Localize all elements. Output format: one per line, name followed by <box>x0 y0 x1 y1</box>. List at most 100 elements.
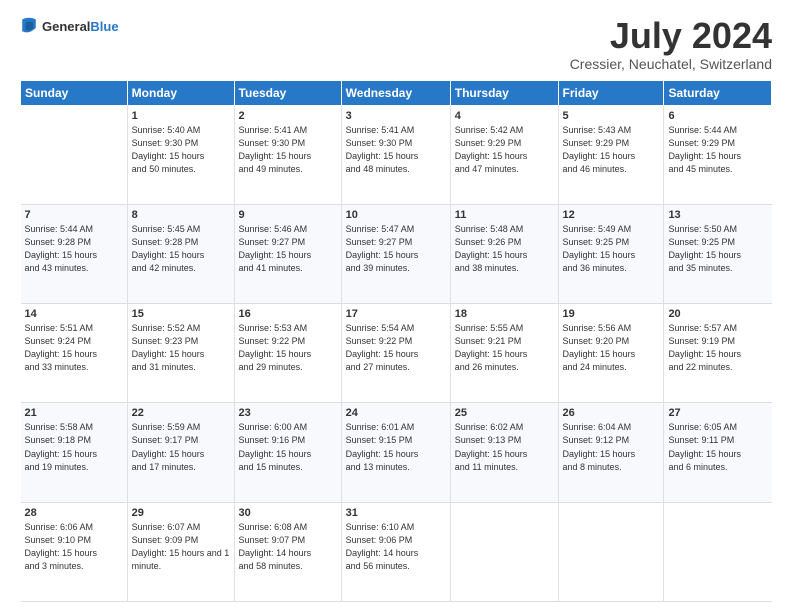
day-info: Sunrise: 6:06 AMSunset: 9:10 PMDaylight:… <box>25 521 123 573</box>
day-info: Sunrise: 5:48 AMSunset: 9:26 PMDaylight:… <box>455 223 554 275</box>
day-number: 20 <box>668 308 767 320</box>
day-cell: 24Sunrise: 6:01 AMSunset: 9:15 PMDayligh… <box>341 403 450 502</box>
calendar-header: SundayMondayTuesdayWednesdayThursdayFrid… <box>21 80 772 105</box>
day-cell: 12 Sunrise: 5:49 AMSunset: 9:25 PMDayligh… <box>558 204 664 303</box>
week-row-3: 14 Sunrise: 5:51 AMSunset: 9:24 PMDayligh… <box>21 304 772 403</box>
logo: GeneralBlue <box>20 16 119 38</box>
day-number: 4 <box>455 110 554 122</box>
day-cell: 5 Sunrise: 5:43 AMSunset: 9:29 PMDaylight… <box>558 105 664 204</box>
day-number: 28 <box>25 507 123 519</box>
day-cell: 2 Sunrise: 5:41 AMSunset: 9:30 PMDaylight… <box>234 105 341 204</box>
day-cell: 21 Sunrise: 5:58 AMSunset: 9:18 PMDayligh… <box>21 403 128 502</box>
day-cell: 4 Sunrise: 5:42 AMSunset: 9:29 PMDaylight… <box>450 105 558 204</box>
day-number: 22 <box>132 407 230 419</box>
day-cell: 13Sunrise: 5:50 AMSunset: 9:25 PMDayligh… <box>664 204 772 303</box>
day-number: 6 <box>668 110 767 122</box>
week-row-5: 28 Sunrise: 6:06 AMSunset: 9:10 PMDayligh… <box>21 502 772 601</box>
weekday-row: SundayMondayTuesdayWednesdayThursdayFrid… <box>21 80 772 105</box>
day-cell: 15Sunrise: 5:52 AMSunset: 9:23 PMDayligh… <box>127 304 234 403</box>
day-info: Sunrise: 6:02 AMSunset: 9:13 PMDaylight:… <box>455 421 554 473</box>
day-cell: 18Sunrise: 5:55 AMSunset: 9:21 PMDayligh… <box>450 304 558 403</box>
header: GeneralBlue July 2024 Cressier, Neuchate… <box>20 16 772 72</box>
day-number: 2 <box>239 110 337 122</box>
day-number: 26 <box>563 407 660 419</box>
day-cell: 3Sunrise: 5:41 AMSunset: 9:30 PMDaylight… <box>341 105 450 204</box>
weekday-friday: Friday <box>558 80 664 105</box>
day-info: Sunrise: 5:43 AMSunset: 9:29 PMDaylight:… <box>563 124 660 176</box>
week-row-1: 1 Sunrise: 5:40 AMSunset: 9:30 PMDaylight… <box>21 105 772 204</box>
day-number: 25 <box>455 407 554 419</box>
day-cell: 26 Sunrise: 6:04 AMSunset: 9:12 PMDayligh… <box>558 403 664 502</box>
day-cell: 27Sunrise: 6:05 AMSunset: 9:11 PMDayligh… <box>664 403 772 502</box>
day-info: Sunrise: 6:05 AMSunset: 9:11 PMDaylight:… <box>668 421 767 473</box>
day-number: 12 <box>563 209 660 221</box>
logo-blue: Blue <box>90 19 118 34</box>
day-info: Sunrise: 5:40 AMSunset: 9:30 PMDaylight:… <box>132 124 230 176</box>
day-info: Sunrise: 6:01 AMSunset: 9:15 PMDaylight:… <box>346 421 446 473</box>
day-number: 11 <box>455 209 554 221</box>
day-cell: 22 Sunrise: 5:59 AMSunset: 9:17 PMDayligh… <box>127 403 234 502</box>
day-cell: 16 Sunrise: 5:53 AMSunset: 9:22 PMDayligh… <box>234 304 341 403</box>
day-cell: 7 Sunrise: 5:44 AMSunset: 9:28 PMDaylight… <box>21 204 128 303</box>
day-number: 7 <box>25 209 123 221</box>
day-cell: 1 Sunrise: 5:40 AMSunset: 9:30 PMDaylight… <box>127 105 234 204</box>
day-info: Sunrise: 5:54 AMSunset: 9:22 PMDaylight:… <box>346 322 446 374</box>
weekday-wednesday: Wednesday <box>341 80 450 105</box>
day-info: Sunrise: 5:42 AMSunset: 9:29 PMDaylight:… <box>455 124 554 176</box>
day-number: 23 <box>239 407 337 419</box>
day-info: Sunrise: 5:44 AMSunset: 9:28 PMDaylight:… <box>25 223 123 275</box>
logo-general: General <box>42 19 90 34</box>
day-number: 14 <box>25 308 123 320</box>
day-info: Sunrise: 6:00 AMSunset: 9:16 PMDaylight:… <box>239 421 337 473</box>
day-number: 5 <box>563 110 660 122</box>
day-cell: 9Sunrise: 5:46 AMSunset: 9:27 PMDaylight… <box>234 204 341 303</box>
day-info: Sunrise: 5:53 AMSunset: 9:22 PMDaylight:… <box>239 322 337 374</box>
day-cell <box>21 105 128 204</box>
day-cell: 29Sunrise: 6:07 AMSunset: 9:09 PMDayligh… <box>127 502 234 601</box>
day-cell: 11 Sunrise: 5:48 AMSunset: 9:26 PMDayligh… <box>450 204 558 303</box>
day-info: Sunrise: 5:49 AMSunset: 9:25 PMDaylight:… <box>563 223 660 275</box>
weekday-tuesday: Tuesday <box>234 80 341 105</box>
day-cell: 31Sunrise: 6:10 AMSunset: 9:06 PMDayligh… <box>341 502 450 601</box>
day-info: Sunrise: 5:50 AMSunset: 9:25 PMDaylight:… <box>668 223 767 275</box>
day-cell: 8 Sunrise: 5:45 AMSunset: 9:28 PMDaylight… <box>127 204 234 303</box>
title-block: July 2024 Cressier, Neuchatel, Switzerla… <box>570 16 772 72</box>
weekday-saturday: Saturday <box>664 80 772 105</box>
day-cell: 6 Sunrise: 5:44 AMSunset: 9:29 PMDaylight… <box>664 105 772 204</box>
day-info: Sunrise: 5:45 AMSunset: 9:28 PMDaylight:… <box>132 223 230 275</box>
day-cell: 19Sunrise: 5:56 AMSunset: 9:20 PMDayligh… <box>558 304 664 403</box>
day-cell: 30 Sunrise: 6:08 AMSunset: 9:07 PMDayligh… <box>234 502 341 601</box>
day-number: 1 <box>132 110 230 122</box>
day-number: 29 <box>132 507 230 519</box>
day-number: 10 <box>346 209 446 221</box>
day-number: 18 <box>455 308 554 320</box>
day-number: 31 <box>346 507 446 519</box>
day-cell: 14 Sunrise: 5:51 AMSunset: 9:24 PMDayligh… <box>21 304 128 403</box>
day-cell <box>558 502 664 601</box>
day-info: Sunrise: 6:08 AMSunset: 9:07 PMDaylight:… <box>239 521 337 573</box>
day-number: 30 <box>239 507 337 519</box>
weekday-sunday: Sunday <box>21 80 128 105</box>
day-info: Sunrise: 5:44 AMSunset: 9:29 PMDaylight:… <box>668 124 767 176</box>
day-number: 16 <box>239 308 337 320</box>
day-number: 8 <box>132 209 230 221</box>
day-cell <box>664 502 772 601</box>
day-info: Sunrise: 5:41 AMSunset: 9:30 PMDaylight:… <box>239 124 337 176</box>
day-number: 21 <box>25 407 123 419</box>
weekday-monday: Monday <box>127 80 234 105</box>
week-row-4: 21 Sunrise: 5:58 AMSunset: 9:18 PMDayligh… <box>21 403 772 502</box>
day-info: Sunrise: 5:46 AMSunset: 9:27 PMDaylight:… <box>239 223 337 275</box>
location: Cressier, Neuchatel, Switzerland <box>570 56 772 72</box>
calendar-table: SundayMondayTuesdayWednesdayThursdayFrid… <box>20 80 772 602</box>
day-info: Sunrise: 6:04 AMSunset: 9:12 PMDaylight:… <box>563 421 660 473</box>
logo-text: GeneralBlue <box>42 19 119 35</box>
day-info: Sunrise: 5:41 AMSunset: 9:30 PMDaylight:… <box>346 124 446 176</box>
day-info: Sunrise: 5:59 AMSunset: 9:17 PMDaylight:… <box>132 421 230 473</box>
day-info: Sunrise: 5:58 AMSunset: 9:18 PMDaylight:… <box>25 421 123 473</box>
weekday-thursday: Thursday <box>450 80 558 105</box>
day-info: Sunrise: 5:57 AMSunset: 9:19 PMDaylight:… <box>668 322 767 374</box>
day-cell: 20 Sunrise: 5:57 AMSunset: 9:19 PMDayligh… <box>664 304 772 403</box>
month-title: July 2024 <box>570 16 772 56</box>
day-info: Sunrise: 5:51 AMSunset: 9:24 PMDaylight:… <box>25 322 123 374</box>
day-cell: 28 Sunrise: 6:06 AMSunset: 9:10 PMDayligh… <box>21 502 128 601</box>
